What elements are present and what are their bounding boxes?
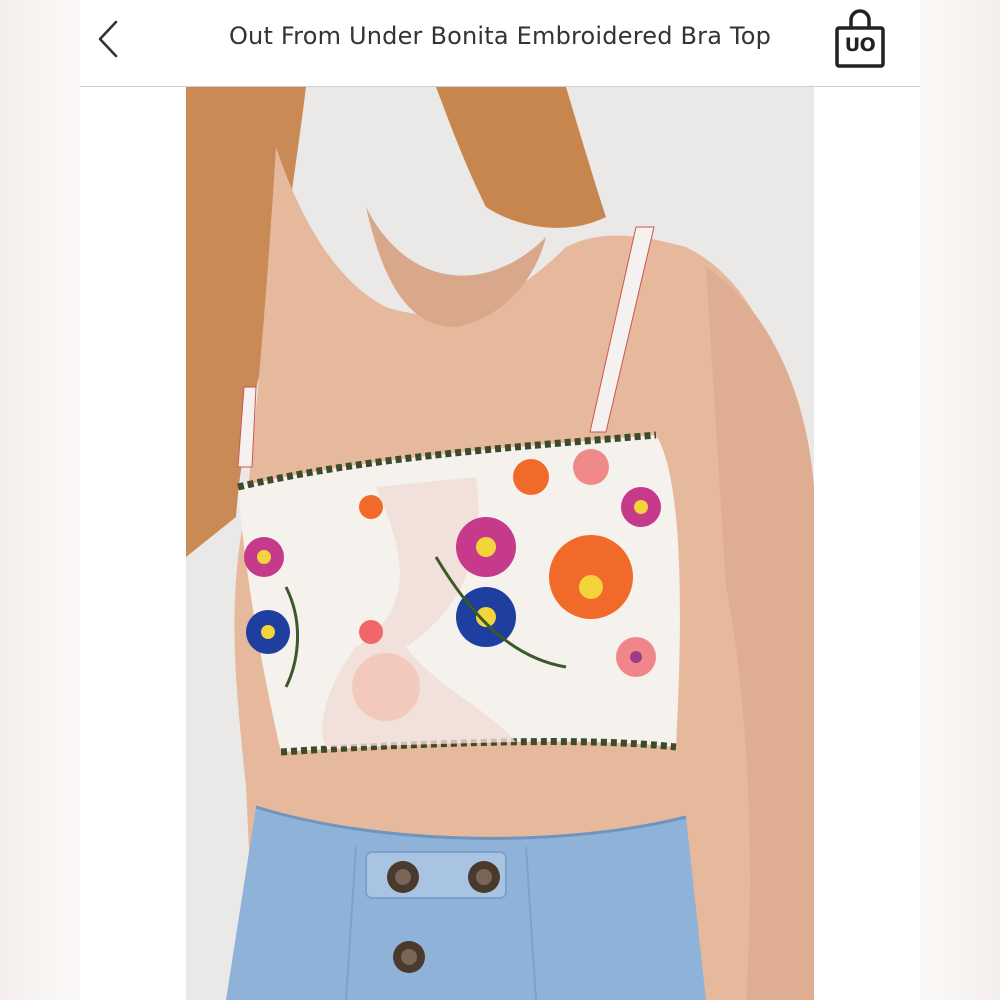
shopping-bag-button[interactable]: UO (832, 8, 888, 70)
top-navigation-bar: Out From Under Bonita Embroidered Bra To… (80, 0, 920, 87)
app-screen: Out From Under Bonita Embroidered Bra To… (80, 0, 920, 1000)
product-photo[interactable] (186, 87, 814, 1000)
page-title: Out From Under Bonita Embroidered Bra To… (228, 22, 772, 50)
right-backdrop (920, 0, 1000, 1000)
left-backdrop (0, 0, 80, 1000)
chevron-left-icon (96, 19, 120, 63)
back-button[interactable] (90, 18, 126, 64)
brand-logo-text: UO (844, 34, 876, 56)
